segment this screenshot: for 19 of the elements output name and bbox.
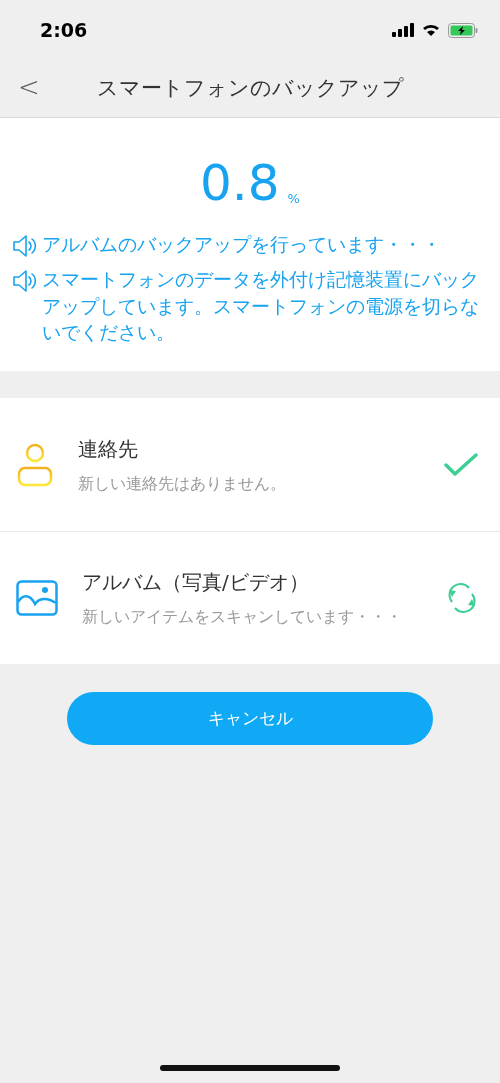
battery-icon <box>448 22 478 38</box>
item-title: アルバム（写真/ビデオ） <box>82 569 310 597</box>
speaker-icon <box>12 268 38 293</box>
progress-unit: % <box>287 189 300 208</box>
status-message: スマートフォンのデータを外付け記憶装置にバックアップしています。スマートフォンの電源を切らないでください。 <box>42 267 480 346</box>
page-title: スマートフォンのバックアップ <box>96 74 404 102</box>
item-title: 連絡先 <box>78 435 139 463</box>
wifi-icon <box>422 23 440 37</box>
speaker-icon <box>12 234 38 258</box>
progress-value: 0.8 <box>200 158 280 208</box>
item-subtitle: 新しい連絡先はありません。 <box>78 472 287 495</box>
status-message: アルバムのバックアップを行っています・・・ <box>42 233 441 257</box>
item-subtitle: 新しいアイテムをスキャンしています・・・ <box>82 606 403 629</box>
person-icon <box>16 442 54 487</box>
home-indicator[interactable] <box>160 1065 340 1071</box>
status-time: 2:06 <box>40 17 88 43</box>
signal-icon <box>392 23 414 37</box>
back-button[interactable]: < <box>18 72 40 104</box>
image-icon <box>16 580 58 617</box>
